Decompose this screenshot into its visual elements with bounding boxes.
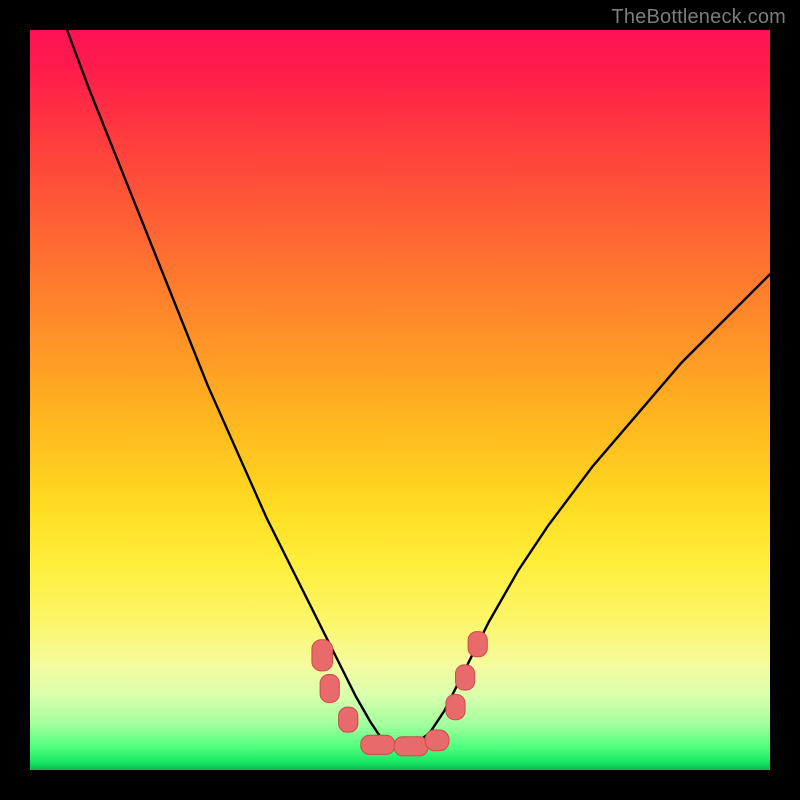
curve-marker-4 (394, 737, 428, 756)
curve-marker-2 (339, 707, 358, 732)
curve-marker-1 (320, 675, 339, 703)
curve-marker-5 (425, 730, 449, 751)
curve-marker-6 (446, 695, 465, 720)
curve-markers (312, 632, 487, 756)
curve-marker-7 (456, 665, 475, 690)
chart-frame: TheBottleneck.com (0, 0, 800, 800)
bottleneck-curve-svg (30, 30, 770, 770)
bottleneck-curve (67, 30, 770, 746)
plot-area (30, 30, 770, 770)
curve-marker-8 (468, 632, 487, 657)
curve-marker-0 (312, 640, 333, 671)
curve-marker-3 (361, 735, 395, 754)
watermark-text: TheBottleneck.com (611, 6, 786, 29)
